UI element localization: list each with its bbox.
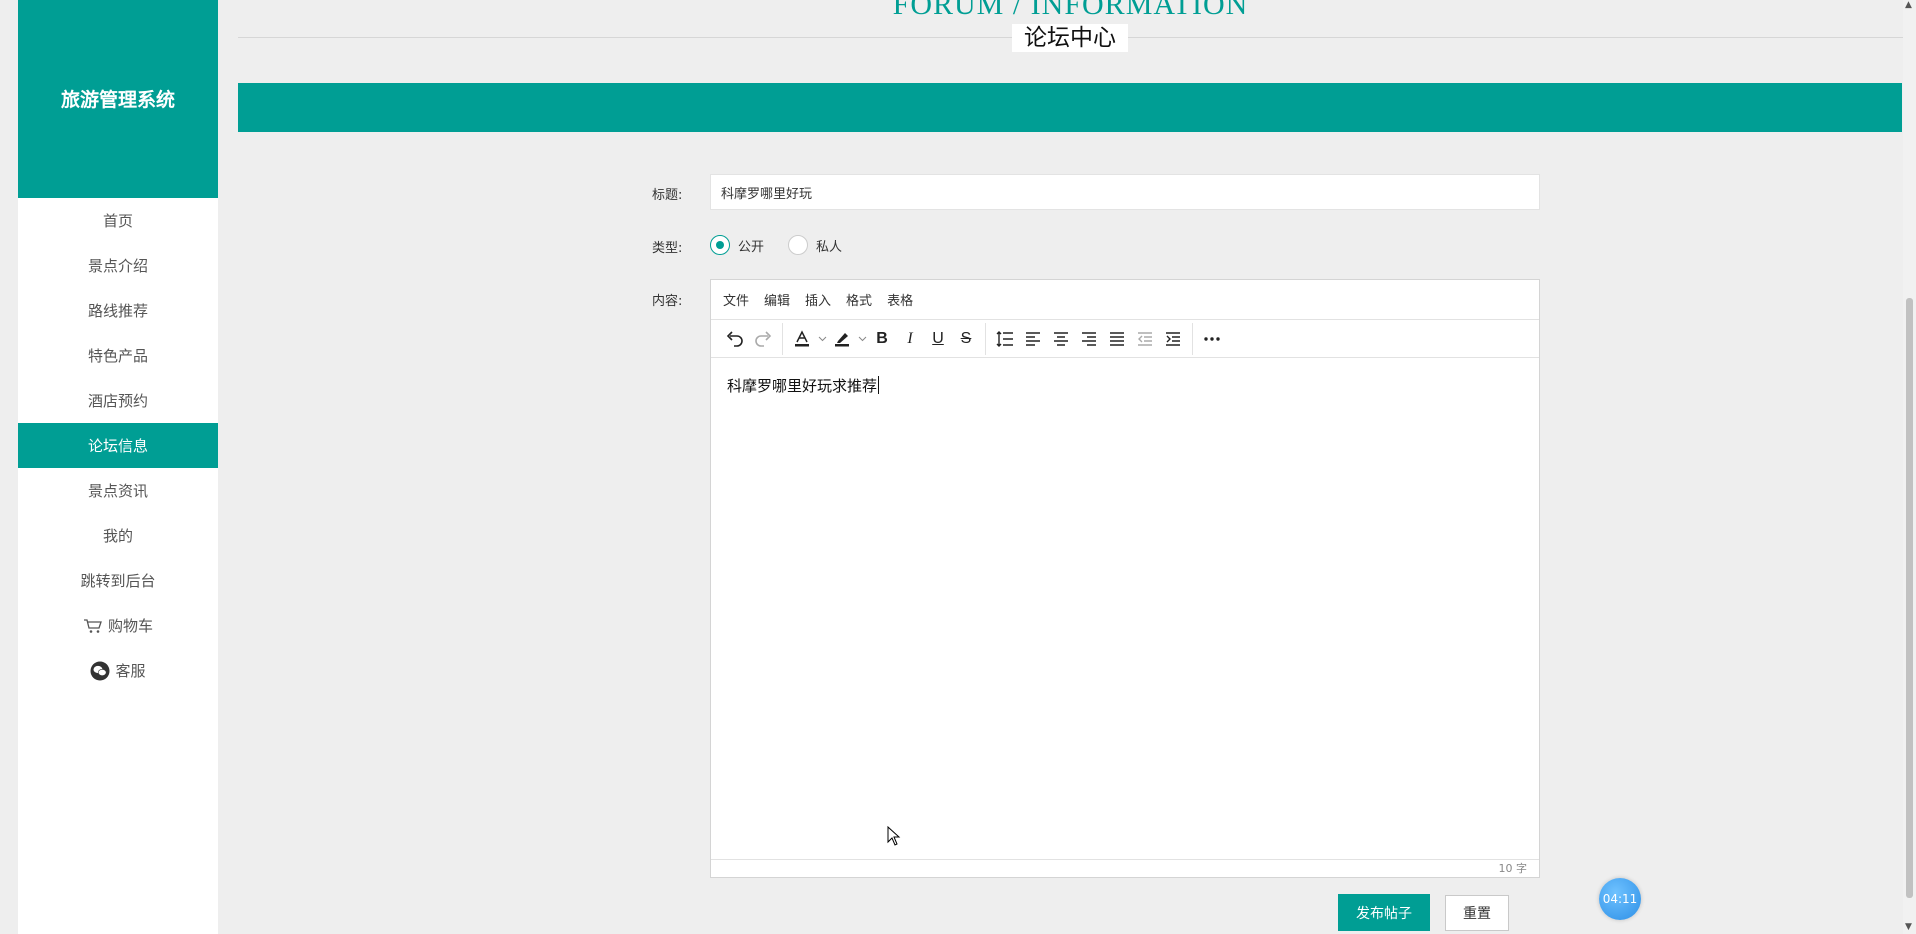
sidebar-item-news[interactable]: 景点资讯: [18, 468, 218, 513]
sidebar-item-home[interactable]: 首页: [18, 198, 218, 243]
align-right-icon[interactable]: [1075, 325, 1103, 353]
sidebar-item-label: 我的: [102, 527, 133, 545]
rich-text-editor: 文件 编辑 插入 格式 表格 B I U S 科摩罗哪里好玩求推荐 10 字: [710, 279, 1540, 878]
align-justify-icon[interactable]: [1103, 325, 1131, 353]
radio-private-indicator[interactable]: [788, 235, 809, 255]
menu-insert[interactable]: 插入: [805, 290, 831, 309]
menu-format[interactable]: 格式: [846, 290, 872, 309]
editor-menubar: 文件 编辑 插入 格式 表格: [711, 280, 1539, 320]
sidebar-item-cart[interactable]: 购物车: [18, 603, 218, 648]
title-input[interactable]: [710, 174, 1540, 210]
italic-icon[interactable]: I: [896, 325, 924, 353]
cart-icon: [83, 618, 103, 634]
sidebar-item-mine[interactable]: 我的: [18, 513, 218, 558]
type-radio-group: 公开 私人: [710, 235, 866, 255]
radio-private-label: 私人: [816, 239, 843, 255]
sidebar-item-label: 客服: [115, 662, 146, 680]
menu-table[interactable]: 表格: [887, 290, 913, 309]
word-count: 10 字: [711, 859, 1539, 877]
chevron-down-icon[interactable]: [856, 325, 868, 353]
radio-private[interactable]: 私人: [788, 235, 842, 255]
text-caret: [878, 376, 880, 394]
sidebar-item-routes[interactable]: 路线推荐: [18, 288, 218, 333]
align-left-icon[interactable]: [1019, 325, 1047, 353]
sidebar: 旅游管理系统 首页 景点介绍 路线推荐 特色产品 酒店预约 论坛信息 景点资讯 …: [18, 0, 218, 934]
scroll-down-icon[interactable]: ▼: [1905, 922, 1912, 932]
content-label: 内容:: [652, 294, 683, 309]
undo-icon[interactable]: [721, 325, 749, 353]
editor-toolbar: B I U S: [711, 320, 1539, 358]
editor-content[interactable]: 科摩罗哪里好玩求推荐: [711, 359, 1539, 859]
page-title-cn: 论坛中心: [1012, 24, 1128, 52]
sidebar-item-label: 景点资讯: [87, 482, 148, 500]
sidebar-item-admin[interactable]: 跳转到后台: [18, 558, 218, 603]
brand-title: 旅游管理系统: [18, 0, 218, 198]
chevron-down-icon[interactable]: [816, 325, 828, 353]
scroll-thumb[interactable]: [1906, 298, 1913, 898]
text-color-icon[interactable]: [788, 325, 816, 353]
type-label: 类型:: [652, 241, 683, 256]
outdent-icon[interactable]: [1131, 325, 1159, 353]
title-label: 标题:: [652, 188, 683, 203]
mouse-cursor-icon: [887, 825, 901, 850]
menu-edit[interactable]: 编辑: [764, 290, 790, 309]
sidebar-item-label: 购物车: [107, 617, 153, 635]
sidebar-item-attractions[interactable]: 景点介绍: [18, 243, 218, 288]
highlight-color-icon[interactable]: [828, 325, 856, 353]
publish-button[interactable]: 发布帖子: [1338, 894, 1430, 931]
timer-badge[interactable]: 04:11: [1599, 878, 1641, 920]
redo-icon[interactable]: [749, 325, 777, 353]
sidebar-item-label: 首页: [102, 212, 133, 230]
page-scrollbar[interactable]: ▲ ▼: [1903, 0, 1916, 934]
radio-public[interactable]: 公开: [710, 235, 764, 255]
sidebar-item-label: 跳转到后台: [80, 572, 156, 590]
strikethrough-icon[interactable]: S: [952, 325, 980, 353]
scroll-up-icon[interactable]: ▲: [1905, 0, 1912, 10]
sidebar-item-label: 论坛信息: [87, 437, 148, 455]
wechat-icon: [90, 661, 110, 681]
reset-button[interactable]: 重置: [1445, 895, 1509, 931]
underline-icon[interactable]: U: [924, 325, 952, 353]
editor-text: 科摩罗哪里好玩求推荐: [727, 377, 878, 395]
more-icon[interactable]: [1198, 325, 1226, 353]
indent-icon[interactable]: [1159, 325, 1187, 353]
sidebar-item-label: 路线推荐: [87, 302, 148, 320]
radio-public-indicator[interactable]: [710, 235, 730, 255]
sidebar-item-label: 酒店预约: [87, 392, 148, 410]
header-banner: [238, 83, 1902, 132]
bold-icon[interactable]: B: [868, 325, 896, 353]
sidebar-item-label: 特色产品: [87, 347, 148, 365]
menu-file[interactable]: 文件: [723, 290, 749, 309]
sidebar-item-products[interactable]: 特色产品: [18, 333, 218, 378]
sidebar-item-hotel[interactable]: 酒店预约: [18, 378, 218, 423]
sidebar-item-service[interactable]: 客服: [18, 648, 218, 693]
page-title-en: FORUM / INFORMATION: [892, 0, 1249, 21]
radio-public-label: 公开: [738, 239, 765, 255]
line-height-icon[interactable]: [991, 325, 1019, 353]
sidebar-item-forum[interactable]: 论坛信息: [18, 423, 218, 468]
sidebar-item-label: 景点介绍: [87, 257, 148, 275]
align-center-icon[interactable]: [1047, 325, 1075, 353]
